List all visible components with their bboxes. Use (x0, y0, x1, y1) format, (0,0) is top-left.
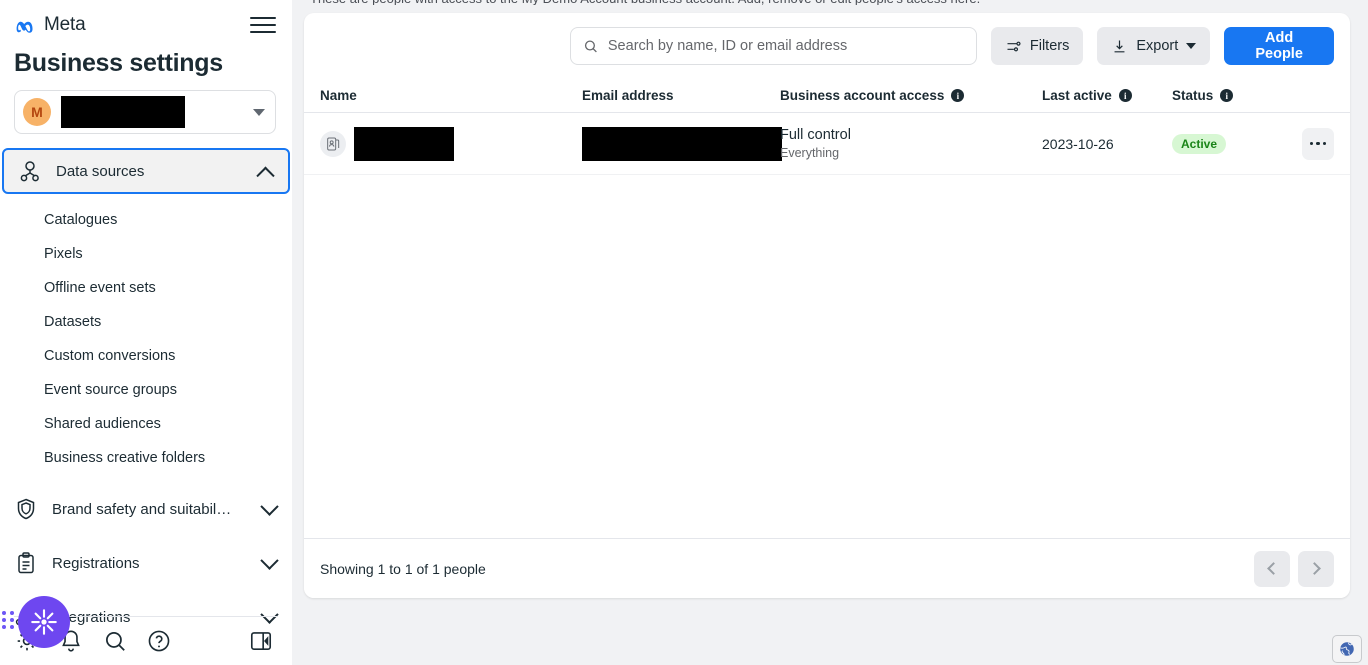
info-icon[interactable]: i (1220, 89, 1234, 102)
search-icon[interactable] (102, 628, 128, 654)
meta-logo: Meta (14, 14, 86, 36)
cell-business-account-access: Full control Everything (780, 127, 1042, 160)
status-badge: Active (1172, 133, 1227, 154)
page-description: These are people with access to the My D… (310, 0, 980, 5)
column-header-name: Name (320, 88, 582, 103)
email-redacted (582, 126, 782, 161)
column-label: Email address (582, 88, 674, 103)
filters-label: Filters (1029, 38, 1070, 54)
help-icon[interactable] (146, 628, 172, 654)
people-table-card: Filters Export Add People Name (304, 13, 1350, 598)
search-input[interactable] (607, 38, 964, 54)
info-icon[interactable]: i (951, 89, 965, 102)
viewport-bottom-strip (584, 647, 1368, 665)
sidebar-subitem-offline-event-sets[interactable]: Offline event sets (0, 271, 292, 305)
sidebar-subitem-event-source-groups[interactable]: Event source groups (0, 373, 292, 407)
name-redacted (354, 126, 454, 161)
column-header-business-account-access: Business account access i (780, 88, 1042, 103)
table-toolbar: Filters Export Add People (304, 13, 1350, 79)
chevron-down-icon (260, 550, 279, 570)
data-sources-submenu: Catalogues Pixels Offline event sets Dat… (0, 194, 292, 475)
table-row[interactable]: Full control Everything 2023-10-26 Activ… (304, 113, 1350, 175)
sidebar-subitem-datasets[interactable]: Datasets (0, 305, 292, 339)
globe-icon (1340, 642, 1354, 656)
cell-email (582, 126, 782, 161)
data-sources-icon (20, 161, 39, 182)
sidebar-subitem-business-creative-folders[interactable]: Business creative folders (0, 441, 292, 475)
brand-row: Meta (14, 10, 276, 40)
brand-name: Meta (44, 14, 86, 35)
column-header-status: Status i (1172, 88, 1292, 103)
access-title: Full control (780, 127, 851, 143)
filters-button[interactable]: Filters (990, 27, 1084, 65)
account-selector[interactable]: M (14, 90, 276, 134)
cell-actions (1292, 127, 1334, 160)
main-content: These are people with access to the My D… (292, 0, 1368, 665)
sidebar-item-label: Registrations (52, 554, 140, 572)
page-description-strip: These are people with access to the My D… (304, 0, 1350, 5)
pagination-summary: Showing 1 to 1 of 1 people (320, 560, 486, 577)
add-people-button[interactable]: Add People (1224, 27, 1334, 65)
sidebar-header: Meta Business settings M (0, 0, 292, 134)
sidebar-nav: Data sources Catalogues Pixels Offline e… (0, 148, 292, 641)
add-people-label: Add People (1255, 30, 1303, 62)
assistant-floating-button[interactable] (18, 596, 70, 648)
filters-icon (1007, 41, 1021, 51)
avatar: M (23, 98, 51, 126)
meta-infinity-icon (16, 21, 33, 33)
page-title: Business settings (14, 49, 223, 77)
sidebar-item-brand-safety[interactable]: Brand safety and suitabil… (0, 485, 292, 533)
table-footer: Showing 1 to 1 of 1 people (304, 538, 1350, 598)
next-page-button[interactable] (1298, 550, 1334, 587)
chevron-down-icon (1186, 43, 1197, 49)
drag-dots-icon[interactable] (2, 611, 15, 629)
pagination-controls (1254, 550, 1334, 587)
info-icon[interactable]: i (1118, 89, 1132, 102)
chevron-right-icon (1308, 562, 1321, 575)
chevron-left-icon (1267, 562, 1280, 575)
column-header-email: Email address (582, 88, 780, 103)
cell-name (320, 126, 582, 161)
search-icon (584, 39, 597, 52)
sidebar: Meta Business settings M Data sources Ca… (0, 0, 292, 665)
sidebar-subitem-custom-conversions[interactable]: Custom conversions (0, 339, 292, 373)
sidebar-item-registrations[interactable]: Registrations (0, 539, 292, 587)
account-name-redacted (61, 96, 185, 128)
sidebar-item-label: Brand safety and suitabil… (52, 500, 232, 518)
sidebar-subitem-catalogues[interactable]: Catalogues (0, 203, 292, 237)
shield-icon (17, 498, 35, 520)
clipboard-icon (18, 552, 34, 574)
column-label: Name (320, 88, 357, 103)
table-header: Name Email address Business account acce… (304, 79, 1350, 113)
access-subtitle: Everything (780, 146, 840, 160)
sidebar-item-label: Data sources (56, 162, 145, 180)
chevron-up-icon (256, 166, 275, 185)
column-label: Status (1172, 88, 1214, 103)
sidebar-subitem-pixels[interactable]: Pixels (0, 237, 292, 271)
column-label: Last active (1042, 88, 1112, 103)
id-card-glyph (327, 137, 340, 150)
column-header-last-active: Last active i (1042, 88, 1172, 103)
download-icon (1114, 39, 1125, 52)
cell-last-active: 2023-10-26 (1042, 135, 1114, 152)
id-card-icon (320, 130, 346, 157)
previous-page-button[interactable] (1254, 550, 1290, 587)
chevron-down-icon (260, 496, 279, 516)
sidebar-item-data-sources[interactable]: Data sources (2, 148, 290, 194)
sidebar-subitem-shared-audiences[interactable]: Shared audiences (0, 407, 292, 441)
spinner-sunburst-icon (31, 609, 57, 635)
search-box[interactable] (570, 27, 977, 65)
kebab-menu-icon[interactable] (1302, 127, 1334, 160)
column-label: Business account access (780, 88, 945, 103)
hamburger-icon[interactable] (250, 14, 276, 36)
browser-indicator[interactable] (1332, 635, 1362, 663)
export-button[interactable]: Export (1097, 27, 1211, 65)
chevron-down-icon (253, 108, 265, 116)
export-label: Export (1136, 38, 1179, 54)
cell-status: Active (1172, 133, 1292, 154)
panel-collapse-icon[interactable] (248, 628, 274, 654)
